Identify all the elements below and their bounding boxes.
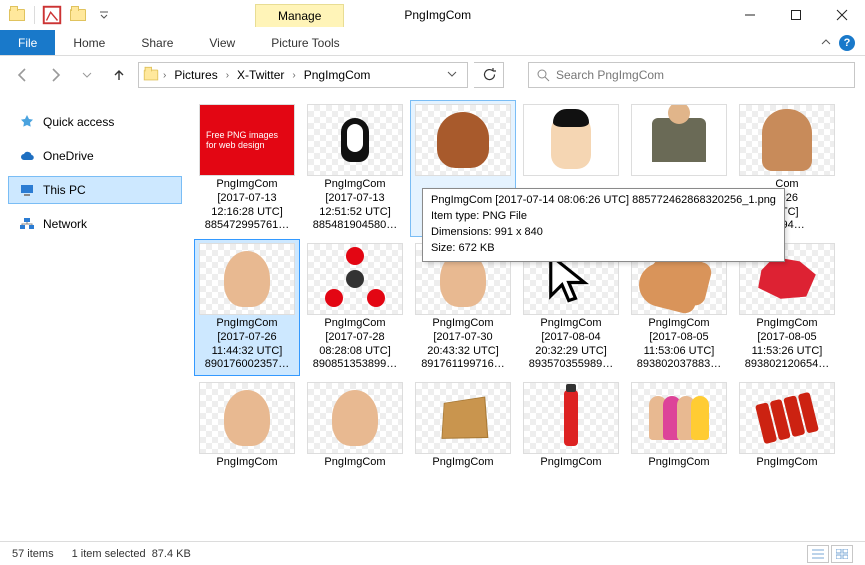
folder-icon[interactable] — [6, 4, 28, 26]
up-button[interactable] — [106, 62, 132, 88]
address-bar[interactable]: › Pictures › X-Twitter › PngImgCom — [138, 62, 468, 88]
chevron-right-icon[interactable]: › — [226, 70, 229, 81]
file-tab[interactable]: File — [0, 30, 55, 55]
refresh-button[interactable] — [474, 62, 504, 88]
search-input[interactable]: Search PngImgCom — [528, 62, 855, 88]
network-icon — [19, 216, 35, 232]
thumbnail — [523, 104, 619, 176]
file-label: PngImgCom — [736, 456, 838, 470]
file-label: PngImgCom — [628, 456, 730, 470]
tooltip-line: PngImgCom [2017-07-14 08:06:26 UTC] 8857… — [431, 193, 776, 209]
thumbnail — [523, 382, 619, 454]
thumbnail — [199, 382, 295, 454]
file-item[interactable]: PngImgCom — [734, 378, 840, 474]
navigation-bar: › Pictures › X-Twitter › PngImgCom Searc… — [0, 56, 865, 94]
tooltip-line: Item type: PNG File — [431, 209, 776, 225]
status-selection: 1 item selected 87.4 KB — [72, 548, 191, 560]
search-placeholder: Search PngImgCom — [556, 68, 664, 82]
details-view-button[interactable] — [807, 545, 829, 563]
sidebar-item-onedrive[interactable]: OneDrive — [8, 142, 182, 170]
tab-home[interactable]: Home — [55, 30, 123, 55]
breadcrumb[interactable]: PngImgCom — [300, 66, 375, 84]
qat-dropdown-icon[interactable] — [93, 4, 115, 26]
tab-view[interactable]: View — [191, 30, 253, 55]
thumbnail: Free PNG imagesfor web design — [199, 104, 295, 176]
sidebar-item-network[interactable]: Network — [8, 210, 182, 238]
sidebar-item-label: Quick access — [43, 115, 114, 129]
tab-share[interactable]: Share — [123, 30, 191, 55]
file-label: PngImgCom[2017-07-1312:51:52 UTC]8854819… — [304, 178, 406, 233]
file-item[interactable]: PngImgCom — [518, 378, 624, 474]
file-label: PngImgCom[2017-07-2808:28:08 UTC]8908513… — [304, 317, 406, 372]
sidebar-item-quick-access[interactable]: Quick access — [8, 108, 182, 136]
search-icon — [537, 69, 550, 82]
file-label: PngImgCom — [520, 456, 622, 470]
tooltip: PngImgCom [2017-07-14 08:06:26 UTC] 8857… — [422, 188, 785, 262]
thumbnail — [739, 104, 835, 176]
chevron-right-icon[interactable]: › — [163, 70, 166, 81]
thumbnail — [739, 382, 835, 454]
window-title: PngImgCom — [404, 8, 471, 22]
quick-access-toolbar — [0, 4, 115, 26]
file-label: PngImgCom — [196, 456, 298, 470]
tooltip-line: Dimensions: 991 x 840 — [431, 225, 776, 241]
thumbnail — [631, 104, 727, 176]
file-item[interactable]: PngImgCom — [410, 378, 516, 474]
pc-icon — [19, 182, 35, 198]
thumbnail — [307, 243, 403, 315]
ribbon-collapse-icon[interactable] — [821, 36, 831, 50]
sidebar-item-label: Network — [43, 217, 87, 231]
thumbnail — [631, 382, 727, 454]
title-bar: Manage PngImgCom — [0, 0, 865, 30]
address-folder-icon — [144, 70, 158, 81]
file-label: PngImgCom[2017-07-3020:43:32 UTC]8917611… — [412, 317, 514, 372]
file-label: PngImgCom[2017-08-0420:32:29 UTC]8935703… — [520, 317, 622, 372]
thumbnail — [307, 104, 403, 176]
tooltip-line: Size: 672 KB — [431, 241, 776, 257]
status-item-count: 57 items — [12, 548, 54, 560]
thumbnail — [307, 382, 403, 454]
breadcrumb[interactable]: X-Twitter — [233, 66, 288, 84]
thumbnail — [415, 104, 511, 176]
maximize-button[interactable] — [773, 0, 819, 30]
properties-icon[interactable] — [41, 4, 63, 26]
recent-locations-button[interactable] — [74, 62, 100, 88]
navigation-pane: Quick access OneDrive This PC Network — [0, 94, 190, 541]
forward-button[interactable] — [42, 62, 68, 88]
sidebar-item-this-pc[interactable]: This PC — [8, 176, 182, 204]
file-label: PngImgCom[2017-08-0511:53:06 UTC]8938020… — [628, 317, 730, 372]
file-label: PngImgCom — [412, 456, 514, 470]
close-button[interactable] — [819, 0, 865, 30]
file-item[interactable]: PngImgCom — [194, 378, 300, 474]
cloud-icon — [19, 148, 35, 164]
file-item[interactable]: Free PNG imagesfor web designPngImgCom[2… — [194, 100, 300, 237]
file-label: PngImgCom[2017-07-2611:44:32 UTC]8901760… — [196, 317, 298, 372]
minimize-button[interactable] — [727, 0, 773, 30]
file-item[interactable]: PngImgCom — [302, 378, 408, 474]
thumbnails-view-button[interactable] — [831, 545, 853, 563]
contextual-tab-header: Manage — [255, 4, 344, 27]
thumbnail — [415, 382, 511, 454]
file-label: PngImgCom — [304, 456, 406, 470]
breadcrumb[interactable]: Pictures — [170, 66, 221, 84]
file-label: PngImgCom[2017-08-0511:53:26 UTC]8938021… — [736, 317, 838, 372]
sidebar-item-label: This PC — [43, 183, 86, 197]
ribbon-tabs: File Home Share View Picture Tools ? — [0, 30, 865, 56]
file-item[interactable]: PngImgCom[2017-07-1312:51:52 UTC]8854819… — [302, 100, 408, 237]
help-icon[interactable]: ? — [839, 35, 855, 51]
thumbnail — [199, 243, 295, 315]
file-item[interactable]: PngImgCom[2017-07-2808:28:08 UTC]8908513… — [302, 239, 408, 376]
file-item[interactable]: PngImgCom[2017-07-2611:44:32 UTC]8901760… — [194, 239, 300, 376]
star-icon — [19, 114, 35, 130]
content-pane[interactable]: Free PNG imagesfor web designPngImgCom[2… — [190, 94, 865, 541]
file-label: PngImgCom[2017-07-1312:16:28 UTC]8854729… — [196, 178, 298, 233]
back-button[interactable] — [10, 62, 36, 88]
chevron-right-icon[interactable]: › — [292, 70, 295, 81]
status-bar: 57 items 1 item selected 87.4 KB — [0, 541, 865, 565]
sidebar-item-label: OneDrive — [43, 149, 94, 163]
address-dropdown-icon[interactable] — [441, 68, 463, 82]
new-folder-icon[interactable] — [67, 4, 89, 26]
file-item[interactable]: PngImgCom — [626, 378, 732, 474]
tab-picture-tools[interactable]: Picture Tools — [253, 30, 357, 55]
